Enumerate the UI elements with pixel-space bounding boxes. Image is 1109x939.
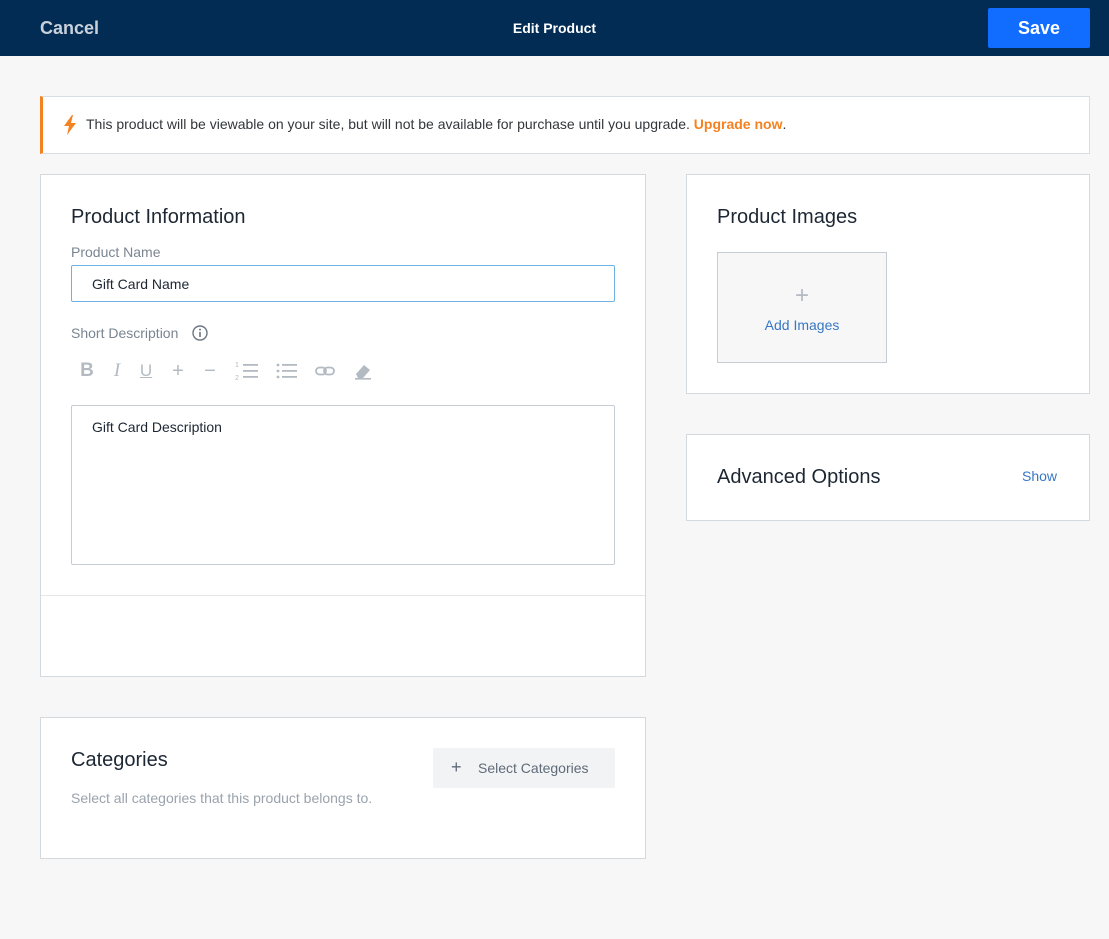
lightning-bolt-icon (64, 115, 76, 135)
short-description-textarea[interactable]: Gift Card Description (71, 405, 615, 565)
product-name-value: Gift Card Name (92, 276, 190, 292)
decrease-font-icon[interactable]: − (199, 360, 221, 382)
show-advanced-options-link[interactable]: Show (1022, 468, 1057, 484)
banner-text: This product will be viewable on your si… (86, 116, 694, 132)
product-images-title: Product Images (717, 206, 858, 228)
underline-icon[interactable]: U (135, 360, 157, 382)
categories-subtitle: Select all categories that this product … (71, 790, 373, 806)
add-images-label: Add Images (764, 317, 840, 333)
info-icon[interactable] (192, 325, 208, 341)
link-icon[interactable] (314, 360, 336, 382)
plus-icon: + (451, 757, 462, 777)
product-information-title: Product Information (71, 206, 246, 228)
section-divider (41, 595, 645, 596)
upgrade-banner: This product will be viewable on your si… (40, 96, 1090, 154)
select-categories-button[interactable]: + Select Categories (433, 748, 615, 788)
save-button[interactable]: Save (988, 8, 1090, 48)
product-name-label: Product Name (71, 244, 161, 260)
svg-text:1: 1 (235, 362, 239, 369)
short-description-value: Gift Card Description (92, 419, 222, 435)
banner-message: This product will be viewable on your si… (86, 116, 786, 132)
top-bar: Cancel Edit Product Save (0, 0, 1109, 56)
italic-icon[interactable]: I (106, 360, 128, 382)
bold-icon[interactable]: B (76, 360, 98, 382)
short-description-label: Short Description (71, 325, 179, 341)
categories-card (40, 717, 646, 859)
increase-font-icon[interactable]: + (167, 360, 189, 382)
numbered-list-icon[interactable]: 1 2 (235, 360, 259, 382)
bulleted-list-icon[interactable] (276, 360, 298, 382)
categories-title: Categories (71, 749, 168, 771)
svg-text:2: 2 (235, 375, 239, 382)
upgrade-now-link[interactable]: Upgrade now (694, 116, 783, 132)
add-images-button[interactable]: + Add Images (717, 252, 887, 363)
advanced-options-title: Advanced Options (717, 466, 881, 488)
clear-formatting-icon[interactable] (352, 360, 374, 382)
page-title: Edit Product (512, 20, 597, 36)
plus-icon: + (794, 282, 809, 309)
select-categories-label: Select Categories (478, 760, 589, 776)
product-name-input[interactable]: Gift Card Name (71, 265, 615, 302)
banner-suffix: . (782, 116, 787, 132)
